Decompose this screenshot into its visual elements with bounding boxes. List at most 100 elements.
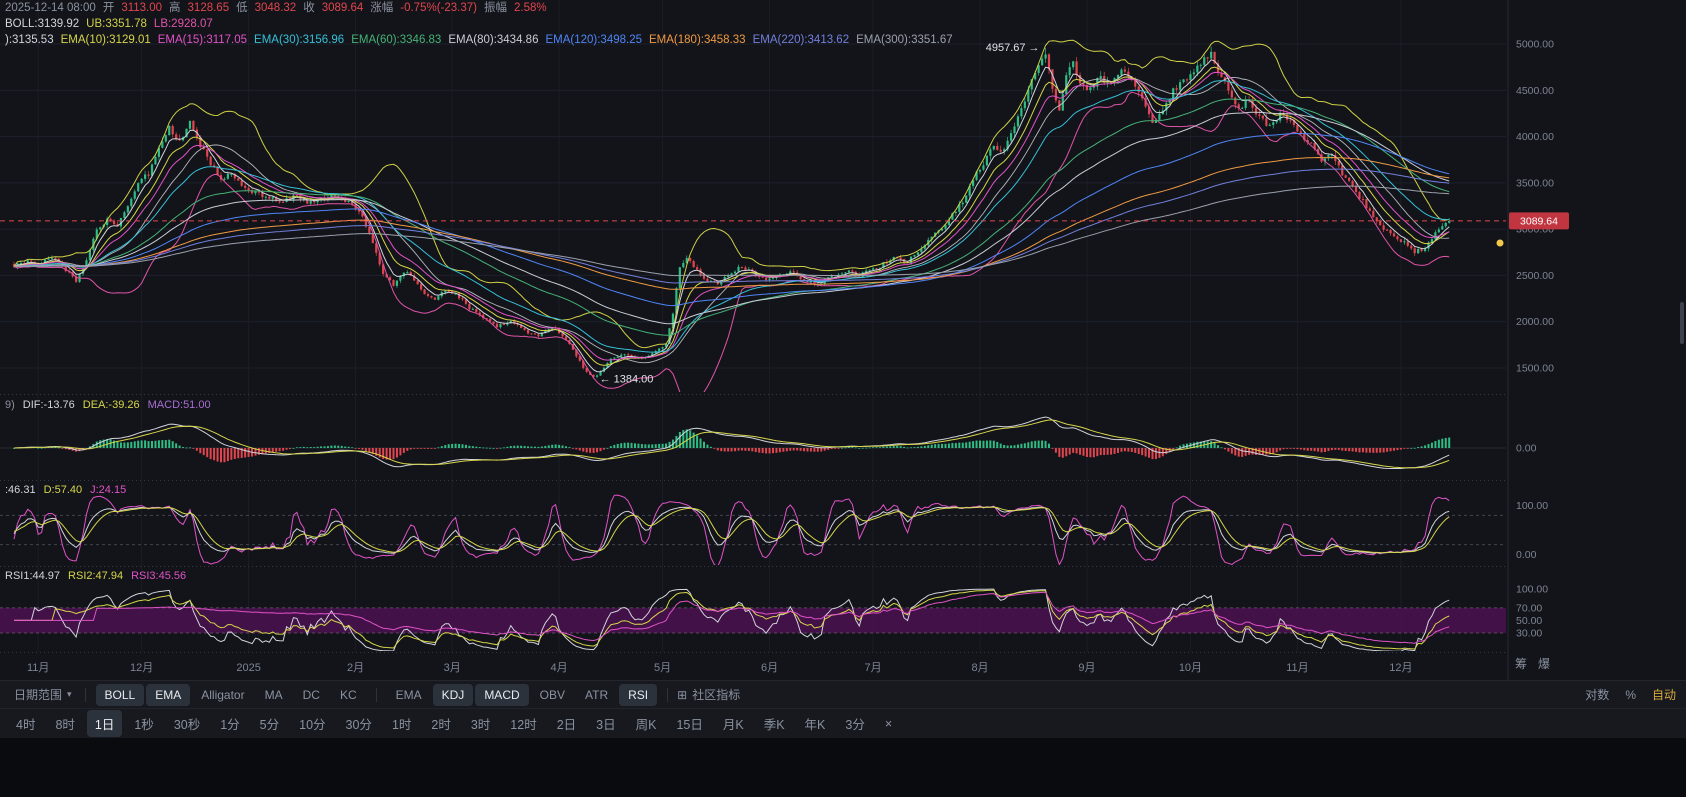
kdj-value: :46.31 — [5, 484, 36, 496]
timeframe-tab[interactable]: 2日 — [549, 710, 584, 737]
timeframe-tab[interactable]: 3日 — [588, 710, 623, 737]
kdj-values-row: :46.31D:57.40J:24.15 — [5, 484, 126, 496]
rsi-value: RSI2:47.94 — [68, 570, 123, 582]
indicator-button[interactable]: EMA — [387, 684, 431, 706]
timeframe-tab[interactable]: 周K — [628, 710, 665, 737]
axis-tool-button[interactable]: 筹 — [1515, 655, 1527, 672]
scrollbar-thumb[interactable] — [1680, 302, 1684, 344]
svg-text:0.00: 0.00 — [1516, 549, 1537, 561]
price-marker-dot — [1497, 240, 1504, 247]
trading-chart-app: 5000.004500.004000.003500.003000.002500.… — [0, 0, 1686, 797]
scale-control-button[interactable]: % — [1625, 688, 1636, 702]
ohlc-value: 3089.64 — [322, 2, 364, 15]
price-axis[interactable]: 5000.004500.004000.003500.003000.002500.… — [1516, 39, 1554, 640]
ohlc-value: 3048.32 — [255, 2, 297, 15]
svg-text:4500.00: 4500.00 — [1516, 85, 1554, 97]
svg-text:3500.00: 3500.00 — [1516, 177, 1554, 189]
boll-values-row: BOLL:3139.92UB:3351.78LB:2928.07 — [5, 18, 953, 31]
timeframe-tab[interactable]: 4时 — [8, 710, 43, 737]
rsi-value: RSI1:44.97 — [5, 570, 60, 582]
indicator-button[interactable]: BOLL — [96, 684, 145, 706]
timeframe-tab[interactable]: 3时 — [463, 710, 498, 737]
timeframe-tab[interactable]: 1分 — [212, 710, 247, 737]
chevron-down-icon: ▾ — [67, 689, 72, 700]
date-range-dropdown[interactable]: 日期范围 ▾ — [10, 686, 76, 703]
ohlc-value: 高 — [169, 2, 181, 15]
timeframe-tab[interactable]: 12时 — [502, 710, 544, 737]
chart-header: 2025-12-14 08:00开3113.00高3128.65低3048.32… — [5, 2, 953, 47]
timeframe-tabs: 4时8时1日1秒30秒1分5分10分30分1时2时3时12时2日3日周K15日月… — [6, 710, 902, 737]
svg-text:50.00: 50.00 — [1516, 615, 1542, 627]
rsi-value: RSI3:45.56 — [131, 570, 186, 582]
date-range-label: 日期范围 — [14, 686, 62, 703]
timeframe-tab[interactable]: 1日 — [87, 710, 122, 737]
svg-text:2500.00: 2500.00 — [1516, 270, 1554, 282]
indicator-button[interactable]: ATR — [576, 684, 617, 706]
indicator-button[interactable]: KC — [331, 684, 366, 706]
svg-text:12月: 12月 — [130, 662, 153, 674]
svg-text:30.00: 30.00 — [1516, 628, 1542, 640]
indicator-button[interactable]: OBV — [531, 684, 574, 706]
svg-text:7月: 7月 — [864, 662, 881, 674]
axis-tool-button[interactable]: 爆 — [1538, 655, 1550, 672]
macd-value: DIF:-13.76 — [23, 399, 75, 411]
ema-value: EMA(60):3346.83 — [351, 34, 441, 47]
price-chart-canvas[interactable]: 5000.004500.004000.003500.003000.002500.… — [0, 0, 1686, 680]
indicator-button[interactable]: MA — [256, 684, 292, 706]
svg-text:4月: 4月 — [551, 662, 568, 674]
timeframe-tab[interactable]: 30秒 — [166, 710, 208, 737]
indicator-toolbar: 日期范围 ▾ BOLLEMAAlligatorMADCKC EMAKDJMACD… — [0, 680, 1686, 708]
svg-text:12月: 12月 — [1389, 662, 1412, 674]
boll-value: UB:3351.78 — [86, 18, 147, 31]
indicator-button[interactable]: DC — [294, 684, 329, 706]
indicator-button[interactable]: KDJ — [433, 684, 474, 706]
timeframe-tab[interactable]: 年K — [797, 710, 834, 737]
indicator-button[interactable]: MACD — [475, 684, 528, 706]
svg-text:100.00: 100.00 — [1516, 500, 1548, 512]
svg-text:9月: 9月 — [1078, 662, 1095, 674]
ohlc-value: -0.75%(-23.37) — [400, 2, 477, 15]
scale-controls: 对数% 自动 — [1585, 686, 1676, 703]
scale-control-button[interactable]: 对数 — [1585, 686, 1609, 703]
timeframe-tab[interactable]: 1秒 — [126, 710, 161, 737]
oscillator-indicator-buttons: EMAKDJMACDOBVATRRSI — [386, 684, 659, 706]
axis-tools: 筹爆 — [1515, 655, 1550, 672]
ohlc-value: 3113.00 — [121, 2, 162, 15]
timeframe-tab[interactable]: 8时 — [47, 710, 82, 737]
ema-value: EMA(10):3129.01 — [61, 34, 151, 47]
timeframe-tab[interactable]: 月K — [715, 710, 752, 737]
timeframe-tab[interactable]: 10分 — [291, 710, 333, 737]
svg-text:11月: 11月 — [27, 662, 49, 674]
svg-text:6月: 6月 — [761, 662, 778, 674]
svg-text:← 1384.00: ← 1384.00 — [600, 374, 654, 386]
price-annotations: 4957.67 →← 1384.00 — [600, 42, 1040, 386]
indicator-button[interactable]: Alligator — [192, 684, 253, 706]
indicator-button[interactable]: EMA — [146, 684, 190, 706]
ohlc-value: 涨幅 — [370, 2, 393, 15]
timeframe-tab[interactable]: 3分 — [837, 710, 872, 737]
toolbar-separator — [376, 688, 377, 702]
scale-control-button[interactable]: 自动 — [1652, 686, 1676, 703]
timeframe-tab[interactable]: 季K — [756, 710, 793, 737]
timeframe-tab[interactable]: 2时 — [423, 710, 458, 737]
community-indicators-icon: ⊞ — [677, 688, 687, 702]
timeframe-tab[interactable]: 5分 — [252, 710, 287, 737]
last-price-badge: 3089.64 — [1509, 212, 1569, 229]
ema-value: EMA(80):3434.86 — [448, 34, 538, 47]
overlay-lines — [14, 40, 1449, 403]
svg-text:11月: 11月 — [1286, 662, 1308, 674]
indicator-button[interactable]: RSI — [619, 684, 657, 706]
community-indicators-button[interactable]: ⊞ 社区指标 — [677, 686, 740, 703]
timeframe-tab[interactable]: 1时 — [384, 710, 419, 737]
macd-value: 9) — [5, 399, 15, 411]
timeframe-tab[interactable]: × — [877, 713, 900, 735]
ohlc-value: 低 — [236, 2, 248, 15]
svg-text:5000.00: 5000.00 — [1516, 39, 1554, 51]
time-axis[interactable]: 11月12月20252月3月4月5月6月7月8月9月10月11月12月 — [27, 662, 1413, 674]
timeframe-tab[interactable]: 30分 — [338, 710, 380, 737]
svg-text:3月: 3月 — [444, 662, 461, 674]
ema-value: EMA(180):3458.33 — [649, 34, 746, 47]
timeframe-tab[interactable]: 15日 — [668, 710, 710, 737]
kdj-value: J:24.15 — [90, 484, 126, 496]
rsi-values-row: RSI1:44.97 RSI2:47.94 RSI3:45.56 — [5, 570, 186, 582]
